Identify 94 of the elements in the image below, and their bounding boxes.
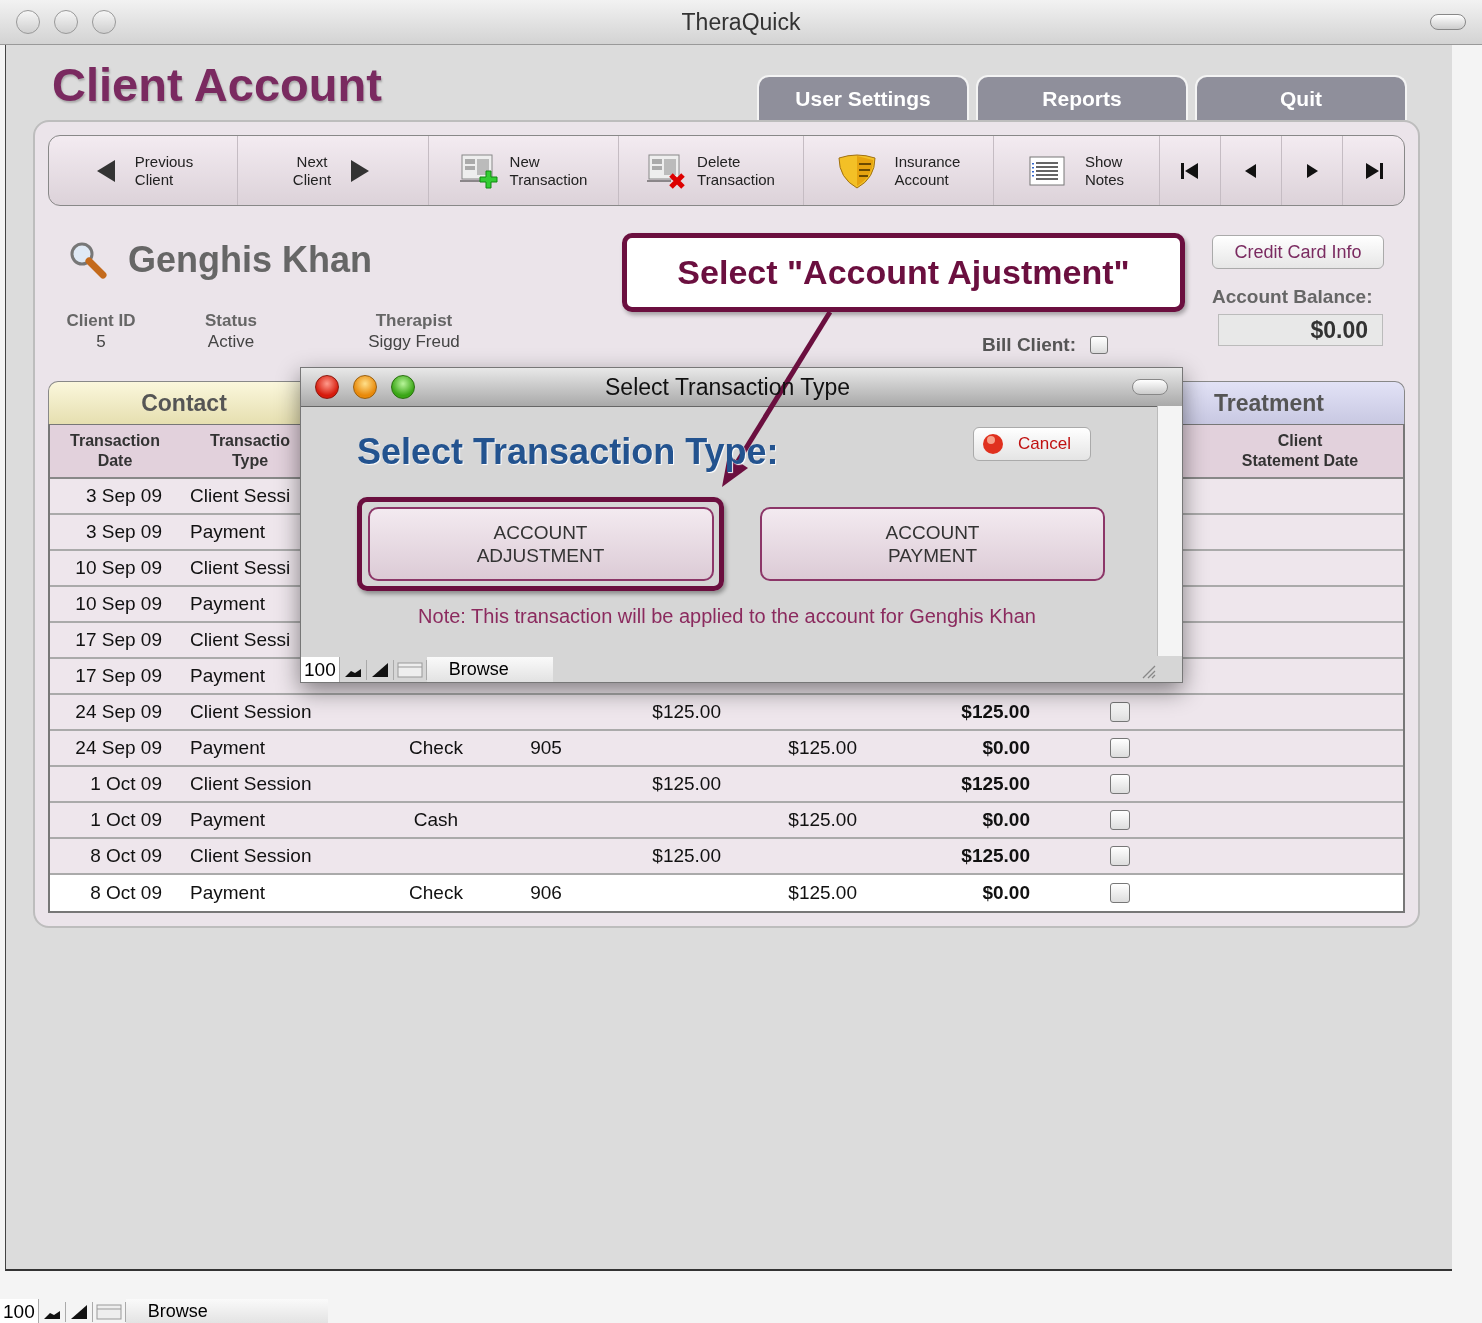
table-cell: 8 Oct 09 — [90, 845, 162, 867]
table-cell: 1 Oct 09 — [90, 773, 162, 795]
table-cell: Payment — [190, 593, 265, 615]
table-cell: Payment — [190, 882, 265, 904]
close-button[interactable] — [315, 375, 339, 399]
field-label: Bill Client: — [982, 334, 1076, 356]
field-value: Active — [207, 331, 255, 353]
checkbox[interactable] — [1090, 336, 1108, 354]
scrollbar-track[interactable] — [1157, 406, 1182, 656]
table-cell: Client Session — [190, 701, 312, 723]
table-cell: Payment — [190, 665, 265, 687]
callout-text: Select "Account Ajustment" — [677, 253, 1130, 292]
table-cell: $125.00 — [961, 701, 1030, 723]
table-cell: Client Sessi — [190, 629, 291, 651]
checkbox[interactable] — [1109, 810, 1130, 830]
mode-label: Browse — [426, 657, 553, 682]
zoom-button[interactable] — [92, 10, 116, 34]
table-cell: 24 Sep 09 — [75, 701, 162, 723]
column-header: Transaction Date — [69, 431, 161, 471]
field-value: Siggy Freud — [368, 331, 460, 353]
table-cell: 906 — [530, 882, 562, 904]
table-cell: Client Session — [190, 773, 312, 795]
toolbar-button[interactable]: Previous Client — [49, 136, 238, 206]
table-cell: $125.00 — [652, 701, 721, 723]
table-cell: Payment — [190, 521, 265, 543]
field-label: Account Balance: — [1212, 286, 1373, 309]
option-button[interactable]: ACCOUNT ADJUSTMENT — [367, 507, 714, 581]
table-cell: $0.00 — [982, 882, 1030, 904]
table-cell: 10 Sep 09 — [75, 593, 162, 615]
table-row[interactable]: 8 Oct 09 Payment Check 906 $125.00 $0.00 — [50, 875, 1403, 911]
field-label: Client ID — [66, 310, 136, 332]
table-cell: $0.00 — [982, 737, 1030, 759]
notes-list-icon — [1028, 155, 1065, 186]
table-cell: 3 Sep 09 — [85, 485, 162, 507]
table-cell: 8 Oct 09 — [90, 882, 162, 904]
table-cell: Check — [409, 737, 463, 759]
checkbox[interactable] — [1109, 883, 1130, 903]
table-cell: $125.00 — [788, 809, 857, 831]
checkbox[interactable] — [1109, 846, 1130, 866]
table-cell: 24 Sep 09 — [75, 737, 162, 759]
note-text: Note: This transaction will be applied to the account for Genghis Khan — [417, 605, 1037, 628]
mode-label: Browse — [125, 1299, 328, 1323]
window-title: TheraQuick — [681, 8, 801, 36]
table-cell: Client Sessi — [190, 557, 291, 579]
toolbar-button[interactable]: Delete Transaction — [619, 136, 804, 206]
cancel-button[interactable]: Cancel — [973, 427, 1091, 461]
table-cell: Payment — [190, 809, 265, 831]
table-cell: $125.00 — [652, 845, 721, 867]
table-cell: 905 — [530, 737, 562, 759]
checkbox[interactable] — [1109, 774, 1130, 794]
table-cell: 1 Oct 09 — [90, 809, 162, 831]
table-cell: $125.00 — [788, 737, 857, 759]
table-cell: $0.00 — [982, 809, 1030, 831]
table-cell: $125.00 — [652, 773, 721, 795]
toolbar-toggle-button[interactable] — [1430, 14, 1466, 30]
toolbar-button[interactable]: Show Notes — [994, 136, 1160, 206]
balance-value: $0.00 — [1218, 314, 1383, 347]
table-cell: $125.00 — [961, 845, 1030, 867]
column-header: Client Statement Date — [1240, 431, 1360, 471]
table-cell: 3 Sep 09 — [85, 521, 162, 543]
client-name: Genghis Khan — [128, 239, 373, 282]
page-title: Client Account — [52, 57, 382, 112]
field-label: Therapist — [375, 310, 453, 332]
stop-icon — [982, 433, 1004, 455]
minimize-button[interactable] — [353, 375, 377, 399]
shield-icon — [836, 151, 877, 190]
field-value: 5 — [96, 331, 106, 353]
table-cell: Cash — [413, 809, 459, 831]
table-cell: Check — [409, 882, 463, 904]
document-plus-icon — [459, 152, 498, 189]
table-cell: $125.00 — [961, 773, 1030, 795]
zoom-level[interactable]: 100 — [301, 657, 340, 682]
toolbar-toggle-button[interactable] — [1132, 379, 1168, 395]
zoom-level[interactable]: 100 — [0, 1299, 39, 1323]
toolbar-button[interactable]: New Transaction — [429, 136, 619, 206]
search-icon[interactable] — [68, 240, 108, 281]
table-cell: 17 Sep 09 — [75, 665, 162, 687]
table-cell: Payment — [190, 737, 265, 759]
table-cell: Client Sessi — [190, 485, 291, 507]
checkbox[interactable] — [1109, 738, 1130, 758]
credit-card-button[interactable]: Credit Card Info — [1212, 235, 1384, 270]
toolbar-button[interactable]: Next Client — [238, 136, 429, 206]
document-delete-icon — [647, 152, 686, 189]
checkbox[interactable] — [1109, 702, 1130, 722]
field-label: Status — [205, 310, 257, 332]
table-cell: $125.00 — [788, 882, 857, 904]
table-cell: Client Session — [190, 845, 312, 867]
table-cell: 17 Sep 09 — [75, 629, 162, 651]
option-button[interactable]: ACCOUNT PAYMENT — [760, 507, 1105, 581]
toolbar-button[interactable]: Insurance Account — [804, 136, 994, 206]
zoom-button[interactable] — [391, 375, 415, 399]
minimize-button[interactable] — [54, 10, 78, 34]
column-header: Transactio Type — [209, 431, 291, 471]
table-cell: 10 Sep 09 — [75, 557, 162, 579]
